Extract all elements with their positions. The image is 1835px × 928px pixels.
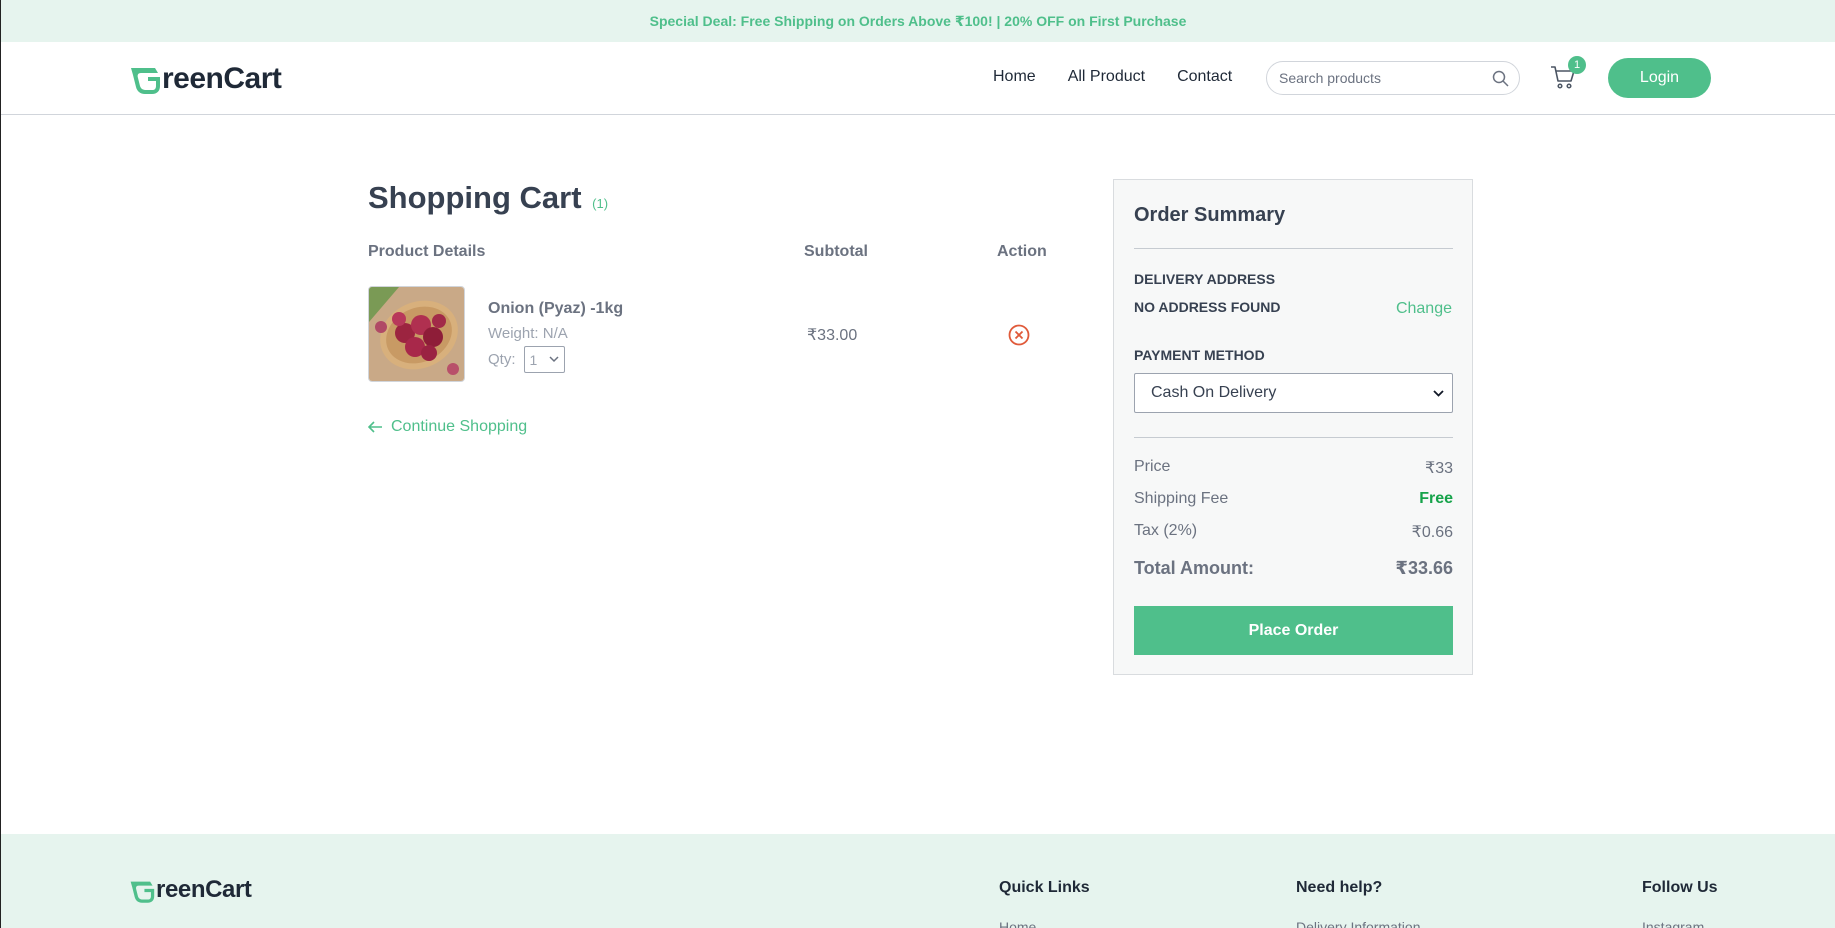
column-subtotal: Subtotal	[804, 243, 868, 260]
tax-value: ₹0.66	[1411, 524, 1453, 541]
footer-logo[interactable]: reenCart	[129, 876, 252, 904]
summary-divider	[1134, 437, 1453, 438]
logo[interactable]: reenCart	[129, 62, 282, 96]
footer-link-home[interactable]: Home	[999, 919, 1036, 928]
column-action: Action	[997, 243, 1047, 260]
price-row: Price ₹33	[1134, 458, 1453, 478]
column-product-details: Product Details	[368, 243, 486, 260]
tax-label: Tax (2%)	[1134, 522, 1198, 539]
product-subtotal: ₹33.00	[807, 327, 858, 344]
nav-links: Home All Product Contact	[993, 68, 1232, 86]
payment-method-select[interactable]: Cash On Delivery	[1134, 373, 1453, 413]
delivery-address-label: DELIVERY ADDRESS	[1134, 271, 1276, 287]
footer-logo-text: reenCart	[156, 876, 252, 903]
cart-title-text: Shopping Cart	[368, 180, 582, 215]
promo-banner: Special Deal: Free Shipping on Orders Ab…	[1, 0, 1835, 42]
chevron-down-icon	[1433, 389, 1444, 397]
continue-shopping-label: Continue Shopping	[391, 418, 528, 435]
nav-contact[interactable]: Contact	[1177, 68, 1232, 86]
cart-count-badge: 1	[1568, 56, 1586, 74]
shipping-label: Shipping Fee	[1134, 490, 1229, 507]
qty-label: Qty:	[488, 351, 516, 368]
summary-divider	[1134, 248, 1453, 249]
cart-item-count: (1)	[592, 196, 609, 211]
search-input[interactable]	[1279, 70, 1479, 86]
login-button[interactable]: Login	[1608, 58, 1711, 98]
product-name: Onion (Pyaz) -1kg	[488, 300, 624, 317]
delivery-address-value: NO ADDRESS FOUND	[1134, 299, 1281, 315]
greencart-logo-icon	[130, 881, 155, 903]
onion-image	[369, 287, 464, 381]
product-weight: Weight: N/A	[488, 325, 568, 342]
arrow-left-icon	[368, 421, 382, 433]
product-image[interactable]	[368, 286, 465, 382]
nav-all-product[interactable]: All Product	[1068, 68, 1145, 86]
summary-title: Order Summary	[1134, 204, 1286, 226]
total-value: ₹33.66	[1395, 558, 1453, 578]
product-qty: Qty: 1	[488, 346, 565, 373]
footer-link-delivery-info[interactable]: Delivery Information	[1296, 919, 1421, 928]
shipping-value: Free	[1419, 490, 1453, 507]
payment-method-label: PAYMENT METHOD	[1134, 347, 1265, 363]
cart-button[interactable]: 1	[1550, 56, 1586, 92]
nav-home[interactable]: Home	[993, 68, 1036, 86]
qty-value: 1	[529, 351, 538, 368]
remove-item-icon[interactable]	[1008, 324, 1030, 346]
logo-text: reenCart	[162, 62, 282, 95]
search-box	[1266, 61, 1520, 95]
total-row: Total Amount: ₹33.66	[1134, 558, 1453, 579]
order-summary: Order Summary DELIVERY ADDRESS NO ADDRES…	[1113, 179, 1473, 675]
footer-follow-us-heading: Follow Us	[1642, 879, 1718, 896]
footer-link-instagram[interactable]: Instagram	[1642, 919, 1704, 928]
footer: reenCart Quick Links Home Need help? Del…	[1, 834, 1835, 928]
price-label: Price	[1134, 458, 1171, 475]
page-title: Shopping Cart (1)	[368, 180, 608, 216]
continue-shopping-link[interactable]: Continue Shopping	[368, 418, 527, 436]
search-icon[interactable]	[1492, 70, 1509, 87]
total-label: Total Amount:	[1134, 558, 1254, 578]
place-order-button[interactable]: Place Order	[1134, 606, 1453, 655]
change-address-link[interactable]: Change	[1396, 300, 1452, 318]
footer-need-help-heading: Need help?	[1296, 879, 1383, 896]
shipping-row: Shipping Fee Free	[1134, 490, 1453, 508]
qty-select[interactable]: 1	[523, 346, 565, 373]
greencart-logo-icon	[131, 68, 160, 94]
footer-quick-links-heading: Quick Links	[999, 879, 1090, 896]
navbar: reenCart Home All Product Contact 1 Logi…	[1, 42, 1835, 115]
chevron-down-icon	[548, 356, 559, 363]
tax-row: Tax (2%) ₹0.66	[1134, 522, 1453, 542]
price-value: ₹33	[1425, 460, 1453, 477]
payment-method-value: Cash On Delivery	[1151, 384, 1277, 401]
